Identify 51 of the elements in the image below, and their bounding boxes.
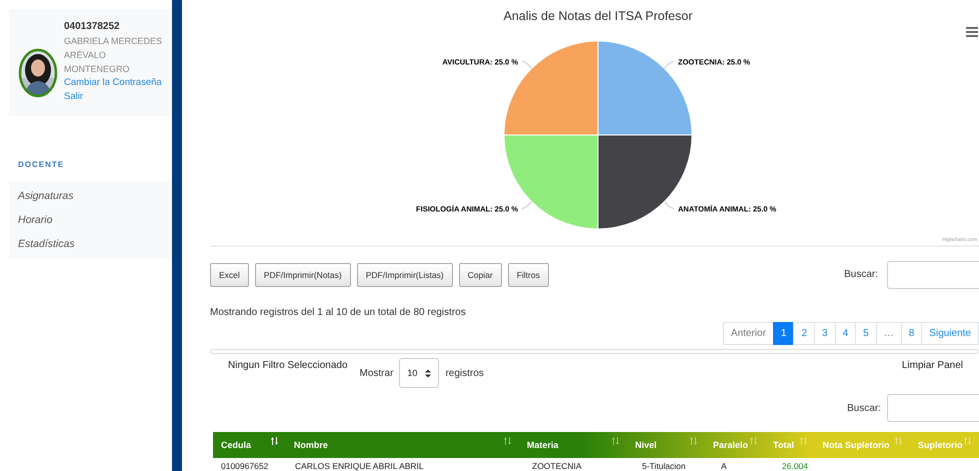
user-id: 0401378252 [64,20,121,34]
caret-icon [425,368,432,378]
column-header[interactable]: Paralelo [712,440,748,450]
page-link[interactable]: 8 [900,322,922,345]
leader-line [522,60,532,70]
table-cell: A [721,461,727,471]
profile-link[interactable]: Cambiar la Contraseña [64,76,166,90]
profile-link[interactable]: Salir [64,90,166,104]
page-link[interactable]: 3 [814,322,836,345]
sidebar-item[interactable]: Horario [18,208,172,232]
sort-icon[interactable] [612,437,620,445]
page-link[interactable]: 2 [793,322,816,345]
sort-icon[interactable] [270,437,278,445]
sidebar-item[interactable]: Asignaturas [18,184,172,208]
page-link[interactable]: Siguiente [921,322,979,345]
section-heading: DOCENTE [18,160,66,169]
page-link[interactable]: 4 [834,322,856,345]
menu-icon[interactable] [966,27,978,37]
page-link[interactable]: 5 [855,322,877,345]
page-link[interactable]: 1 [772,322,794,345]
export-button[interactable]: PDF/Imprimir(Listas) [356,262,453,287]
records-info: Mostrando registros del 1 al 10 de un total de 80 registros [210,306,467,318]
leader-line [664,60,674,70]
show-suffix: registros [445,368,484,379]
clear-panel-link[interactable]: Limpiar Panel [902,360,963,372]
column-header[interactable]: Nombre [294,440,328,450]
user-name: GABRIELA MERCEDES ARÉVALO MONTENEGRO [64,35,164,76]
sidebar-item[interactable]: Estadísticas [18,232,172,256]
chart-title: Analis de Notas del ITSA Profesor [504,9,692,23]
table-cell: ZOOTECNIA [532,461,582,471]
export-button[interactable]: Copiar [458,262,502,287]
filter-status: Ningun Filtro Seleccionado [228,360,348,372]
table-cell: CARLOS ENRIQUE ABRIL ABRIL [295,461,424,471]
leader-line [522,200,532,210]
export-button[interactable]: Filtros [508,262,549,287]
column-header[interactable]: Cedula [221,440,252,450]
export-button[interactable]: Excel [210,262,249,287]
table-cell: 26.004 [782,461,808,471]
search-field[interactable] [887,394,979,422]
search-label: Buscar: [844,269,878,280]
table-cell: 0100967652 [221,461,268,471]
column-header[interactable]: Nivel [635,440,657,450]
table-cell: 5-Titulacion [642,461,686,471]
column-header[interactable]: Materia [526,440,558,450]
export-button[interactable]: PDF/Imprimir(Notas) [254,262,351,287]
sort-icon[interactable] [504,437,511,445]
show-label: Mostrar [360,368,394,379]
page-size-select[interactable]: 10 [399,358,440,388]
search-field[interactable] [887,260,979,289]
search-label: Buscar: [847,402,881,414]
leader-line [664,200,674,210]
